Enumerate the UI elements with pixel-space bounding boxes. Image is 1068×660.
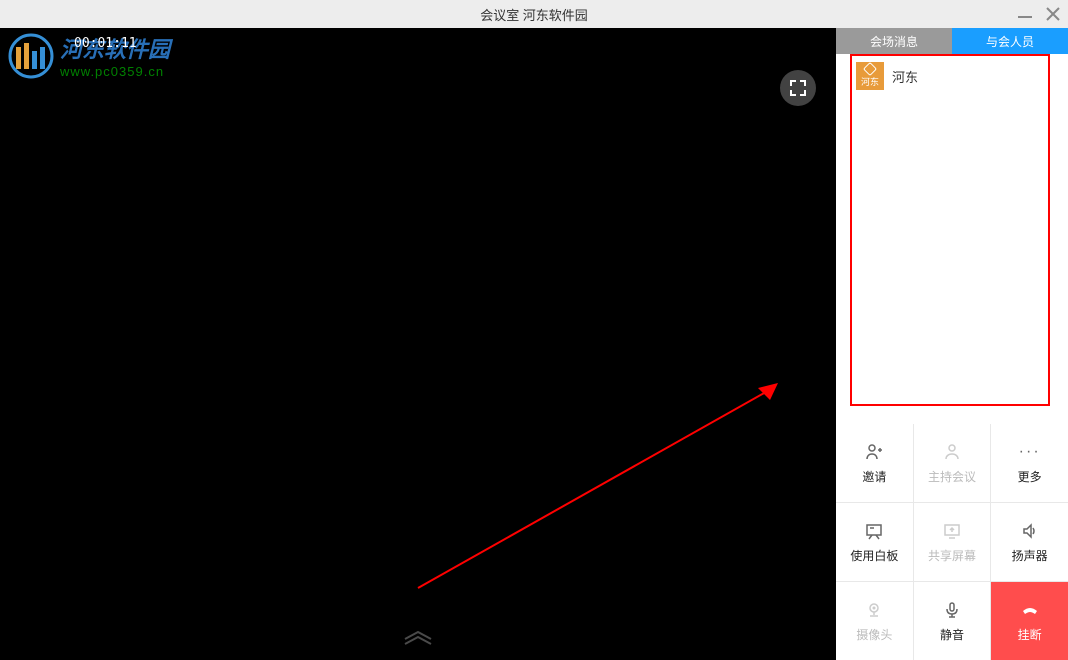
mute-button[interactable]: 静音 [914,582,991,660]
microphone-icon [942,600,962,620]
tab-participants[interactable]: 与会人员 [952,28,1068,54]
video-area: 河东软件园 www.pc0359.cn 00:01:11 [0,28,836,660]
invite-icon [864,442,884,462]
side-panel: 会场消息 与会人员 河东 河东 邀请 [836,28,1068,660]
host-button[interactable]: 主持会议 [914,424,991,502]
tab-messages[interactable]: 会场消息 [836,28,952,54]
hangup-button[interactable]: 挂断 [991,582,1068,660]
participant-item[interactable]: 河东 河东 [852,56,1048,96]
invite-label: 邀请 [862,468,886,485]
more-icon: ··· [1020,442,1040,462]
host-label: 主持会议 [928,468,976,485]
hangup-icon [1020,600,1040,620]
titlebar: 会议室 河东软件园 [0,0,1068,28]
participant-panel: 河东 河东 [836,54,1068,424]
more-label: 更多 [1018,468,1042,485]
share-screen-icon [942,521,962,541]
camera-icon [864,600,884,620]
whiteboard-label: 使用白板 [850,547,898,564]
fullscreen-button[interactable] [780,70,816,106]
share-screen-label: 共享屏幕 [928,547,976,564]
speaker-label: 扬声器 [1012,547,1048,564]
close-button[interactable] [1044,5,1062,23]
hangup-label: 挂断 [1018,626,1042,643]
whiteboard-button[interactable]: 使用白板 [836,503,913,581]
side-tabs: 会场消息 与会人员 [836,28,1068,54]
speaker-icon [1020,521,1040,541]
annotation-arrow [408,378,788,598]
camera-label: 摄像头 [856,626,892,643]
main-area: 河东软件园 www.pc0359.cn 00:01:11 会场消息 与会人员 [0,28,1068,660]
action-grid: 邀请 主持会议 ··· 更多 使用白板 [836,424,1068,660]
invite-button[interactable]: 邀请 [836,424,913,502]
participant-avatar: 河东 [856,62,884,90]
expand-toolbar-button[interactable] [403,629,433,650]
window-controls [1016,0,1062,28]
window-title: 会议室 河东软件园 [480,5,588,24]
call-timer: 00:01:11 [74,36,137,51]
logo-icon [8,33,54,79]
watermark-url: www.pc0359.cn [60,64,170,79]
more-button[interactable]: ··· 更多 [991,424,1068,502]
minimize-button[interactable] [1016,5,1034,23]
speaker-button[interactable]: 扬声器 [991,503,1068,581]
avatar-label: 河东 [861,75,879,88]
host-icon [942,442,962,462]
camera-button[interactable]: 摄像头 [836,582,913,660]
participant-name: 河东 [892,67,918,86]
annotation-highlight-box: 河东 河东 [850,54,1050,406]
whiteboard-icon [864,521,884,541]
share-screen-button[interactable]: 共享屏幕 [914,503,991,581]
mute-label: 静音 [940,626,964,643]
